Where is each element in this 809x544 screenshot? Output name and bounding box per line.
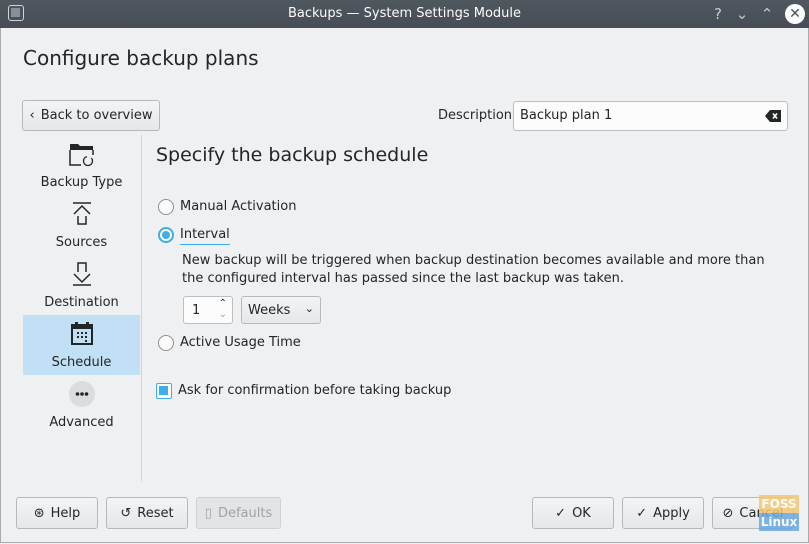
clear-text-icon[interactable] [765,110,781,122]
window-title: Backups — System Settings Module [287,6,522,21]
sidebar-label: Advanced [49,415,114,430]
manual-activation-label[interactable]: Manual Activation [180,199,296,214]
interval-value: 1 [192,303,201,318]
check-icon: ✓ [555,505,567,521]
defaults-button[interactable]: ▯ Defaults [196,497,281,529]
page-title: Configure backup plans [23,46,259,70]
help-button-label: Help [50,505,81,521]
help-button[interactable]: ⊛ Help [16,497,98,529]
close-icon[interactable]: ✕ [785,4,805,24]
interval-radio[interactable] [158,227,174,243]
sidebar-label: Destination [44,295,119,310]
ok-button[interactable]: ✓ OK [532,497,614,529]
interval-spinbox[interactable]: 1 ⌃ ⌄ [183,296,233,324]
back-to-overview-button[interactable]: ‹ Back to overview [22,100,160,131]
section-title: Specify the backup schedule [156,144,429,166]
calendar-icon [71,322,93,345]
description-input[interactable]: Backup plan 1 [513,101,788,131]
sidebar-item-backup-type[interactable]: Backup Type [23,135,140,195]
sidebar-item-advanced[interactable]: Advanced [23,375,140,435]
help-icon[interactable]: ? [708,4,728,24]
active-usage-time-radio[interactable] [158,335,174,351]
interval-unit-combobox[interactable]: Weeks ⌄ [241,296,321,324]
document-revert-icon: ▯ [204,505,212,521]
apply-button-label: Apply [653,505,690,521]
upload-icon [73,202,91,225]
sidebar-item-destination[interactable]: Destination [23,255,140,315]
sidebar-label: Schedule [51,355,112,370]
back-button-label: Back to overview [40,108,153,123]
more-icon [69,381,95,407]
chevron-down-icon: ⌄ [304,302,314,315]
manual-activation-radio[interactable] [158,199,174,215]
chevron-left-icon: ‹ [29,108,35,123]
spin-up-icon[interactable]: ⌃ [219,298,227,309]
reset-button[interactable]: ↺ Reset [106,497,188,529]
interval-unit-value: Weeks [248,303,291,318]
sidebar-item-schedule[interactable]: Schedule [23,315,140,375]
lifebuoy-icon: ⊛ [33,505,45,521]
maximize-icon[interactable]: ⌃ [757,4,777,24]
spin-down-icon[interactable]: ⌄ [219,309,227,320]
folder-icon [69,144,94,167]
ask-confirmation-checkbox[interactable] [156,383,172,399]
interval-description: New backup will be triggered when backup… [182,253,765,286]
sidebar-label: Backup Type [40,175,123,190]
description-label: Description: [438,108,517,123]
check-icon: ✓ [636,505,648,521]
download-icon [73,262,91,286]
defaults-button-label: Defaults [217,505,273,521]
reset-button-label: Reset [137,505,174,521]
active-usage-time-label[interactable]: Active Usage Time [180,335,301,350]
apply-button[interactable]: ✓ Apply [622,497,704,529]
description-value: Backup plan 1 [520,108,613,123]
watermark-line1: FOSS [759,495,799,513]
ok-button-label: OK [572,505,591,521]
sidebar-label: Sources [55,235,108,250]
sidebar-item-sources[interactable]: Sources [23,195,140,255]
watermark-logo: FOSS Linux [759,495,799,531]
minimize-icon[interactable]: ⌄ [732,4,752,24]
cancel-icon: ⊘ [722,505,734,521]
interval-label[interactable]: Interval [180,227,230,245]
sidebar: Backup Type Sources Destination Schedule… [22,135,142,481]
title-bar: Backups — System Settings Module ? ⌄ ⌃ ✕ [0,0,809,28]
watermark-line2: Linux [759,513,799,531]
ask-confirmation-label[interactable]: Ask for confirmation before taking backu… [178,383,451,398]
undo-icon: ↺ [120,505,132,521]
